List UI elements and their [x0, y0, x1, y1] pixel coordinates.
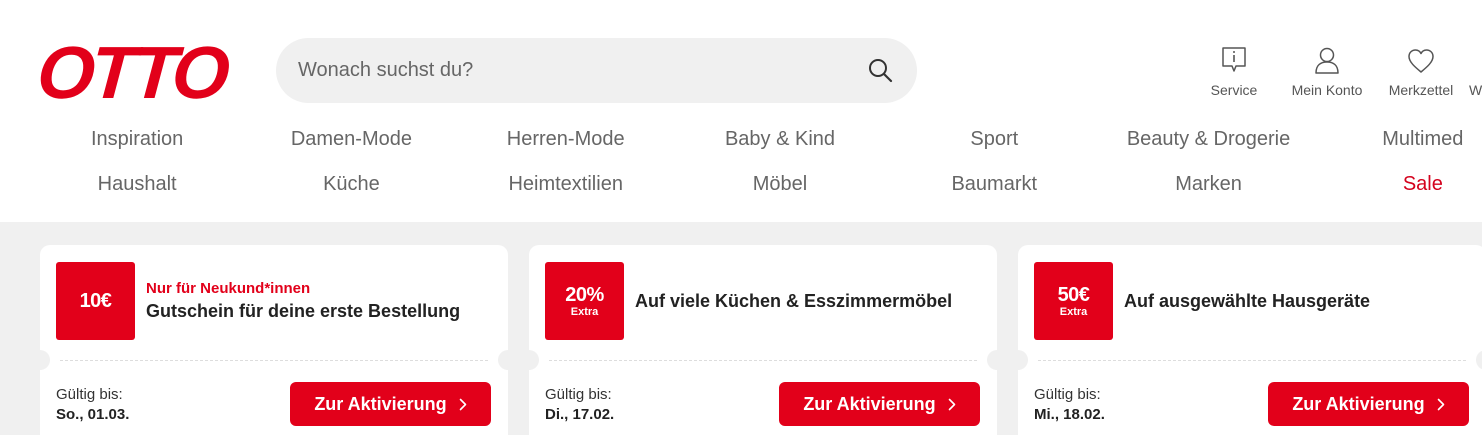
nav-item-damen-mode[interactable]: Damen-Mode [244, 128, 458, 173]
nav-item-kueche[interactable]: Küche [244, 173, 458, 218]
service-label: Service [1210, 82, 1258, 98]
nav-item-moebel[interactable]: Möbel [673, 173, 887, 218]
info-bubble-icon [1222, 47, 1246, 72]
coupon-section: 10€ Nur für Neukund*innen Gutschein für … [0, 222, 1482, 435]
valid-label: Gültig bis: [56, 386, 123, 403]
coupon-divider [549, 360, 977, 361]
wishlist-button[interactable]: Merkzettel [1379, 44, 1463, 104]
coupon-badge: 50€ Extra [1034, 262, 1113, 340]
coupon-text: Auf ausgewählte Hausgeräte [1124, 262, 1370, 340]
cart-button[interactable]: Wa [1469, 44, 1482, 104]
coupon-card: 20% Extra Auf viele Küchen & Esszimmermö… [519, 245, 1007, 435]
badge-sub: Extra [570, 305, 599, 318]
valid-date: Di., 17.02. [545, 406, 615, 423]
nav-item-herren-mode[interactable]: Herren-Mode [459, 128, 673, 173]
search-input[interactable] [298, 38, 858, 103]
activate-label: Zur Aktivierung [1292, 393, 1425, 414]
nav-item-beauty-drogerie[interactable]: Beauty & Drogerie [1101, 128, 1315, 173]
activate-label: Zur Aktivierung [314, 393, 447, 414]
coupon-card: 50€ Extra Auf ausgewählte Hausgeräte Gül… [1008, 245, 1482, 435]
account-button[interactable]: Mein Konto [1283, 44, 1371, 104]
activate-label: Zur Aktivierung [803, 393, 936, 414]
coupon-validity: Gültig bis: Mi., 18.02. [1034, 385, 1105, 425]
coupon-validity: Gültig bis: Di., 17.02. [545, 385, 614, 425]
nav-item-sport[interactable]: Sport [887, 128, 1101, 173]
nav-item-heimtextilien[interactable]: Heimtextilien [459, 173, 673, 218]
coupon-badge: 10€ [56, 262, 135, 340]
chevron-right-icon [948, 398, 956, 411]
heart-icon [1408, 49, 1434, 73]
coupon-notch [987, 350, 1007, 370]
category-nav: Inspiration Damen-Mode Herren-Mode Baby … [30, 128, 1482, 218]
coupon-title: Auf ausgewählte Hausgeräte [1124, 290, 1371, 311]
chevron-right-icon [459, 398, 467, 411]
nav-row-2: Haushalt Küche Heimtextilien Möbel Bauma… [30, 173, 1482, 218]
coupon-divider [60, 360, 488, 361]
nav-item-sale[interactable]: Sale [1316, 173, 1482, 218]
coupon-notch [519, 350, 539, 370]
valid-label: Gültig bis: [545, 386, 612, 403]
coupon-notch [1476, 350, 1482, 370]
valid-date: Mi., 18.02. [1034, 406, 1105, 423]
svg-text:OTTO: OTTO [38, 38, 232, 104]
nav-item-baby-kind[interactable]: Baby & Kind [673, 128, 887, 173]
nav-row-1: Inspiration Damen-Mode Herren-Mode Baby … [30, 128, 1482, 173]
service-button[interactable]: Service [1195, 44, 1273, 104]
badge-value: 50€ [1057, 283, 1090, 306]
nav-item-multimedia[interactable]: Multimed [1316, 128, 1482, 173]
site-header: OTTO Service [0, 0, 1482, 222]
badge-value: 10€ [79, 290, 112, 312]
coupon-title: Gutschein für deine erste Bestellung [146, 301, 461, 321]
nav-item-haushalt[interactable]: Haushalt [30, 173, 244, 218]
search-button[interactable] [866, 56, 896, 86]
badge-sub: Extra [1059, 305, 1088, 318]
coupon-eyebrow: Nur für Neukund*innen [146, 280, 311, 297]
nav-item-baumarkt[interactable]: Baumarkt [887, 173, 1101, 218]
search-bar [276, 38, 917, 103]
activate-button[interactable]: Zur Aktivierung [290, 382, 491, 426]
coupon-notch [30, 350, 50, 370]
coupon-card: 10€ Nur für Neukund*innen Gutschein für … [30, 245, 518, 435]
coupon-notch [1008, 350, 1028, 370]
activate-button[interactable]: Zur Aktivierung [1268, 382, 1469, 426]
valid-date: So., 01.03. [56, 406, 130, 423]
coupon-text: Auf viele Küchen & Esszimmermöbel [635, 262, 952, 340]
coupon-title: Auf viele Küchen & Esszimmermöbel [635, 290, 953, 311]
coupon-badge: 20% Extra [545, 262, 624, 340]
otto-logo[interactable]: OTTO [38, 38, 232, 104]
badge-value: 20% [565, 283, 604, 306]
account-label: Mein Konto [1291, 82, 1363, 98]
coupon-notch [498, 350, 518, 370]
activate-button[interactable]: Zur Aktivierung [779, 382, 980, 426]
cart-label: Wa [1469, 82, 1482, 98]
nav-item-marken[interactable]: Marken [1101, 173, 1315, 218]
header-actions: Service Mein Konto Merkzettel Wa [1195, 44, 1482, 104]
coupon-divider [1038, 360, 1466, 361]
coupon-validity: Gültig bis: So., 01.03. [56, 385, 129, 425]
chevron-right-icon [1437, 398, 1445, 411]
coupon-text: Nur für Neukund*innen Gutschein für dein… [146, 262, 460, 340]
nav-item-inspiration[interactable]: Inspiration [30, 128, 244, 173]
search-icon [869, 59, 893, 83]
wishlist-label: Merkzettel [1388, 82, 1454, 98]
user-icon [1315, 47, 1339, 74]
otto-logo-graphic: OTTO [38, 38, 232, 104]
valid-label: Gültig bis: [1034, 386, 1101, 403]
